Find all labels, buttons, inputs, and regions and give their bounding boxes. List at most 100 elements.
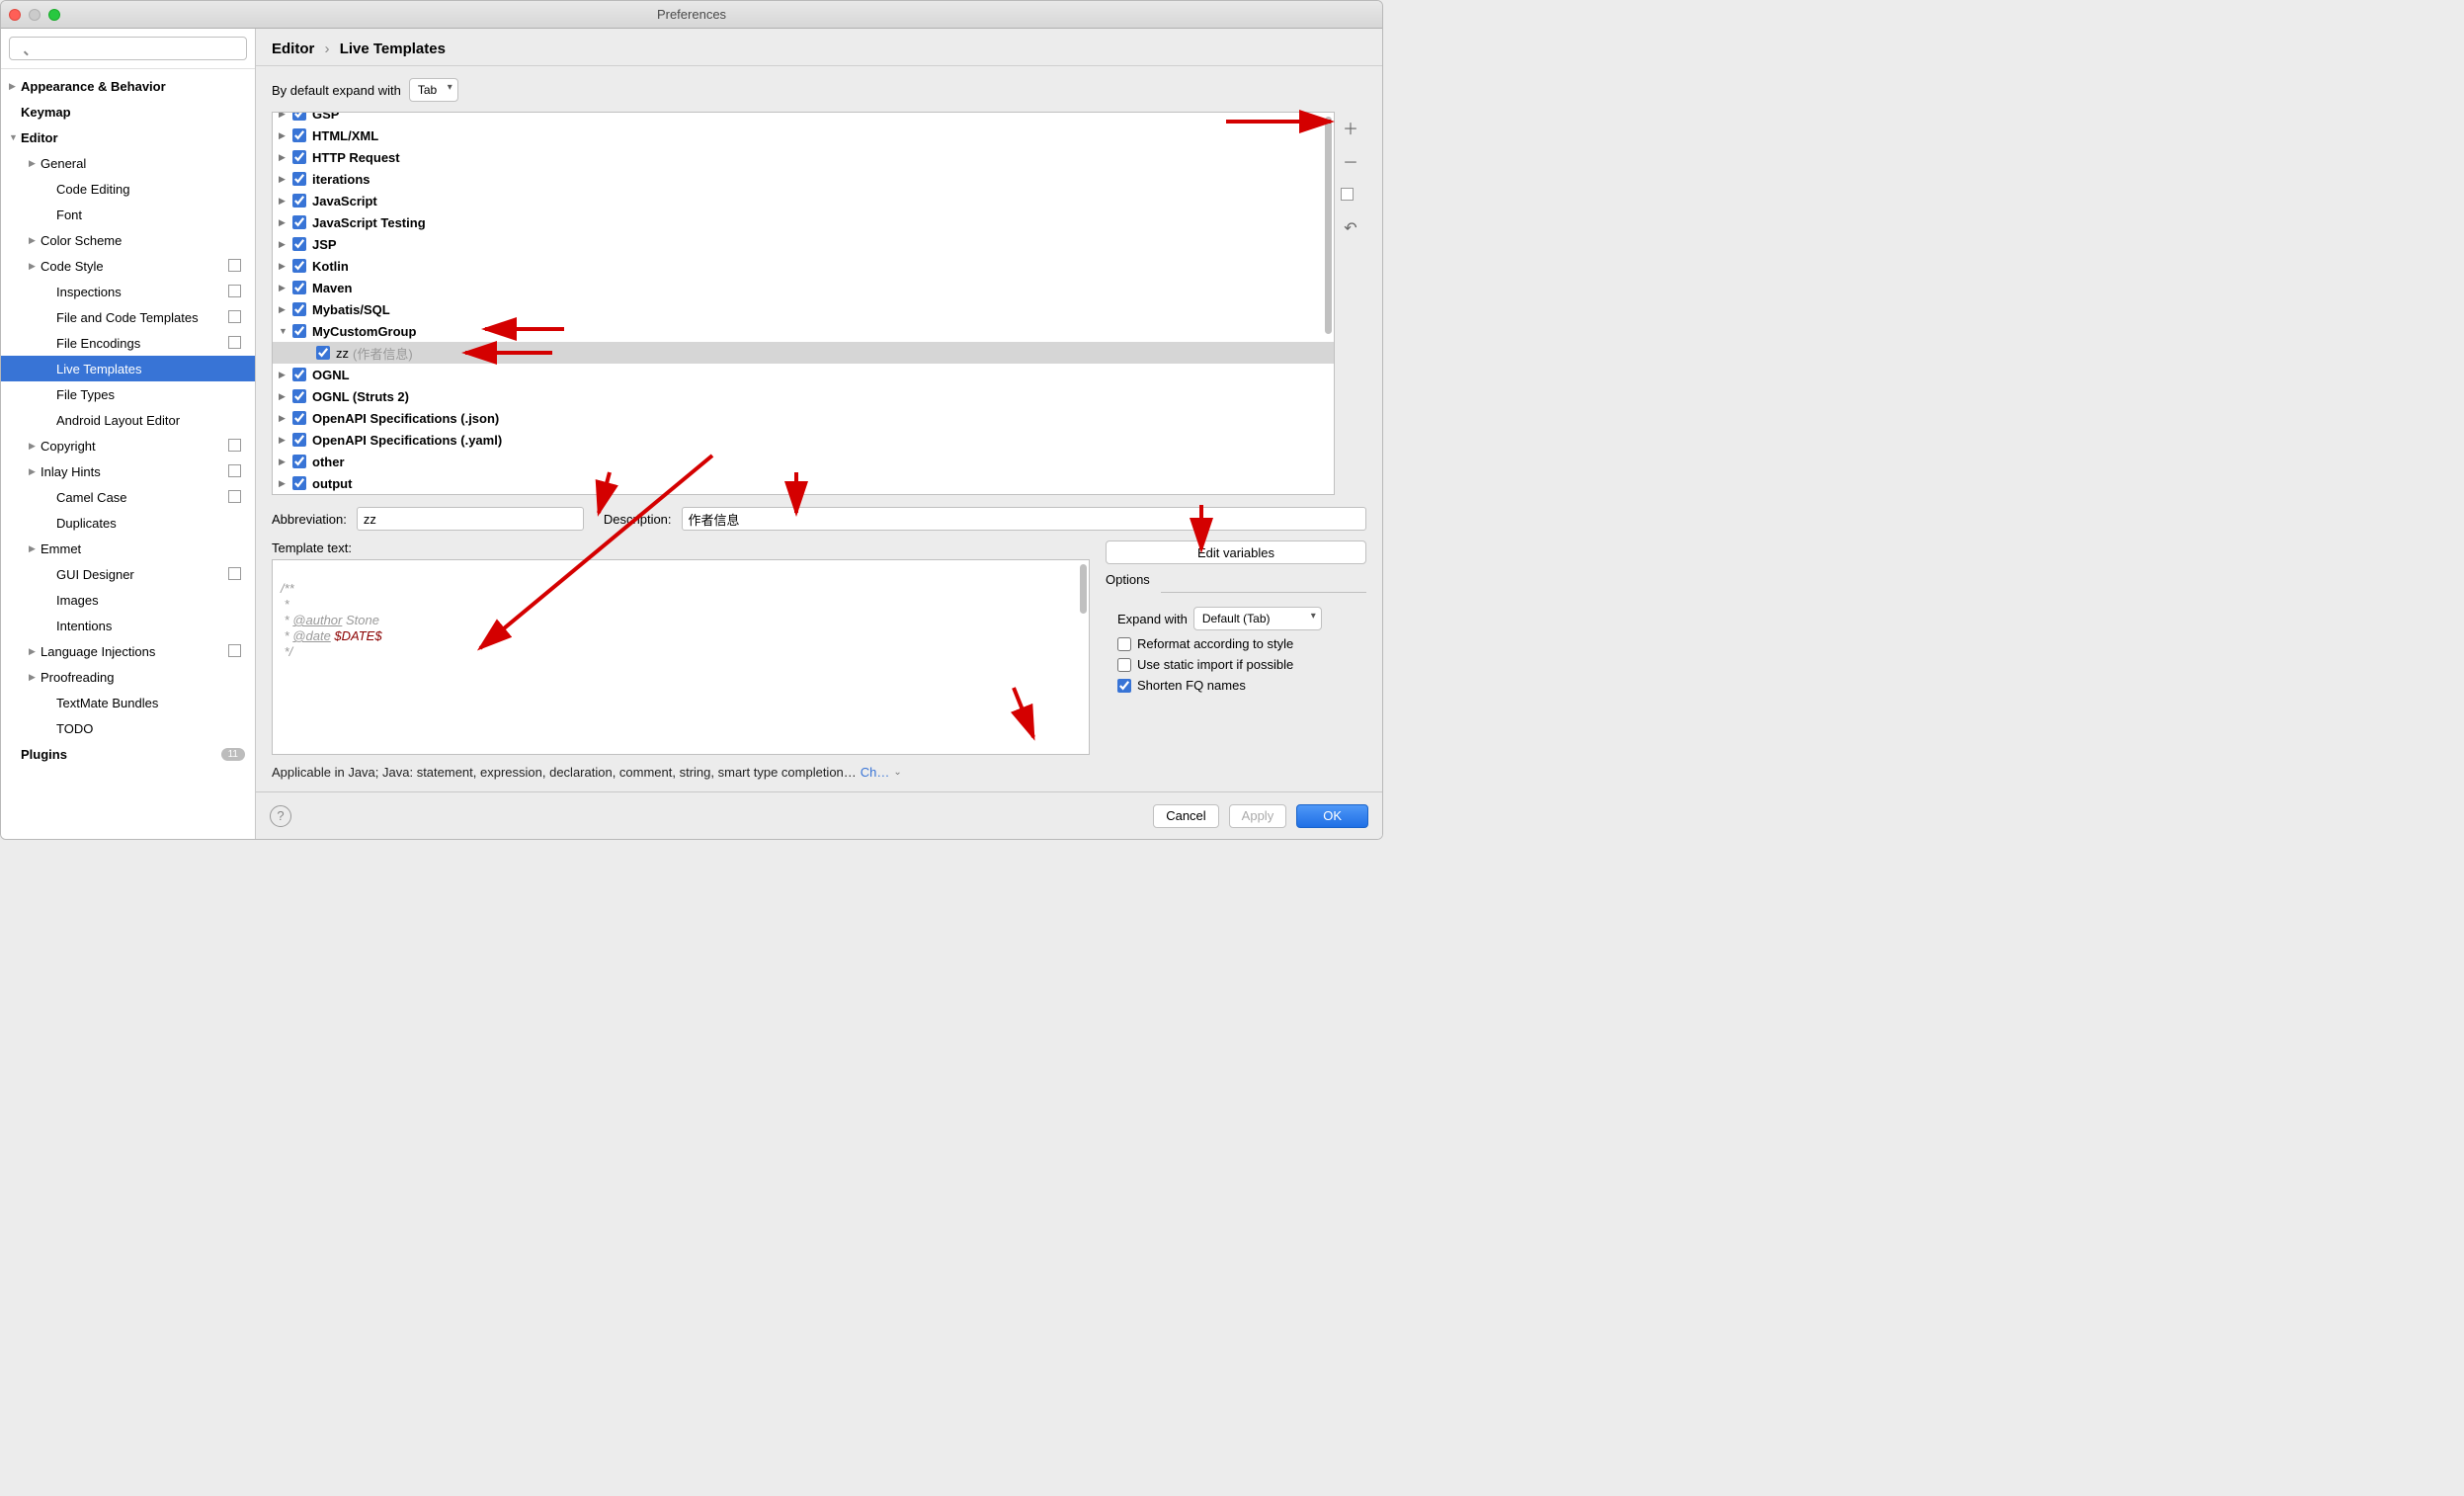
template-enabled-checkbox[interactable] [292,259,306,273]
template-enabled-checkbox[interactable] [292,411,306,425]
template-item-jsp[interactable]: ▶JSP [273,233,1334,255]
template-item-javascript-testing[interactable]: ▶JavaScript Testing [273,211,1334,233]
template-item-gsp[interactable]: ▶GSP [273,112,1334,125]
template-enabled-checkbox[interactable] [292,215,306,229]
sidebar-item-copyright[interactable]: ▶Copyright [1,433,255,458]
template-enabled-checkbox[interactable] [292,281,306,294]
sidebar-item-editor[interactable]: ▼Editor [1,125,255,150]
description-input[interactable] [682,507,1366,531]
template-item-html-xml[interactable]: ▶HTML/XML [273,125,1334,146]
maximize-window-button[interactable] [48,9,60,21]
sidebar-item-language-injections[interactable]: ▶Language Injections [1,638,255,664]
remove-template-button[interactable]: － [1341,151,1360,171]
sidebar-item-emmet[interactable]: ▶Emmet [1,536,255,561]
template-item-ognl-struts-2-[interactable]: ▶OGNL (Struts 2) [273,385,1334,407]
scope-icon [230,466,241,477]
ok-button[interactable]: OK [1296,804,1368,828]
template-enabled-checkbox[interactable] [292,476,306,490]
scope-icon [230,646,241,657]
sidebar-item-font[interactable]: Font [1,202,255,227]
sidebar-item-inlay-hints[interactable]: ▶Inlay Hints [1,458,255,484]
sidebar-item-code-style[interactable]: ▶Code Style [1,253,255,279]
template-item-mycustomgroup[interactable]: ▼MyCustomGroup [273,320,1334,342]
code-line: /** [281,581,294,596]
sidebar-item-general[interactable]: ▶General [1,150,255,176]
expand-with-select[interactable]: Default (Tab) [1193,607,1322,630]
edit-variables-button[interactable]: Edit variables [1106,540,1366,564]
disclosure-arrow-icon: ▶ [279,196,292,207]
sidebar-item-textmate-bundles[interactable]: TextMate Bundles [1,690,255,715]
sidebar-item-proofreading[interactable]: ▶Proofreading [1,664,255,690]
template-enabled-checkbox[interactable] [292,455,306,468]
sidebar-item-keymap[interactable]: Keymap [1,99,255,125]
minimize-window-button[interactable] [29,9,41,21]
template-enabled-checkbox[interactable] [292,128,306,142]
sidebar-item-camel-case[interactable]: Camel Case [1,484,255,510]
disclosure-arrow-icon: ▶ [29,235,41,246]
template-enabled-checkbox[interactable] [292,172,306,186]
sidebar-item-live-templates[interactable]: Live Templates [1,356,255,381]
template-label: other [312,455,345,469]
template-enabled-checkbox[interactable] [292,324,306,338]
sidebar-item-images[interactable]: Images [1,587,255,613]
copy-template-button[interactable] [1341,185,1360,205]
template-item-maven[interactable]: ▶Maven [273,277,1334,298]
template-enabled-checkbox[interactable] [292,237,306,251]
template-item-kotlin[interactable]: ▶Kotlin [273,255,1334,277]
sidebar-item-appearance-behavior[interactable]: ▶Appearance & Behavior [1,73,255,99]
sidebar-item-label: Language Injections [41,644,230,659]
change-contexts-link[interactable]: Ch… [861,765,890,780]
template-enabled-checkbox[interactable] [292,389,306,403]
template-item-mybatis-sql[interactable]: ▶Mybatis/SQL [273,298,1334,320]
sidebar-item-code-editing[interactable]: Code Editing [1,176,255,202]
template-enabled-checkbox[interactable] [292,302,306,316]
template-text-editor[interactable]: /** * * @author Stone * @date $DATE$ */ [272,559,1090,755]
template-item-openapi-specifications-yaml-[interactable]: ▶OpenAPI Specifications (.yaml) [273,429,1334,451]
template-enabled-checkbox[interactable] [292,433,306,447]
sidebar-item-file-encodings[interactable]: File Encodings [1,330,255,356]
template-label: MyCustomGroup [312,324,416,339]
template-label: HTTP Request [312,150,400,165]
template-item-http-request[interactable]: ▶HTTP Request [273,146,1334,168]
settings-tree[interactable]: ▶Appearance & BehaviorKeymap▼Editor▶Gene… [1,69,255,839]
help-button[interactable]: ? [270,805,291,827]
scrollbar[interactable] [1325,117,1332,334]
template-enabled-checkbox[interactable] [316,346,330,360]
breadcrumb-root: Editor [272,41,314,57]
templates-list[interactable]: ▶GSP▶HTML/XML▶HTTP Request▶iterations▶Ja… [272,112,1335,495]
sidebar-item-gui-designer[interactable]: GUI Designer [1,561,255,587]
sidebar-item-label: Inspections [56,285,230,299]
template-enabled-checkbox[interactable] [292,150,306,164]
template-item-zz[interactable]: zz(作者信息) [273,342,1334,364]
sidebar-item-inspections[interactable]: Inspections [1,279,255,304]
sidebar-item-color-scheme[interactable]: ▶Color Scheme [1,227,255,253]
shorten-fq-checkbox[interactable] [1117,679,1131,693]
abbreviation-input[interactable] [357,507,584,531]
sidebar-item-android-layout-editor[interactable]: Android Layout Editor [1,407,255,433]
sidebar-item-file-types[interactable]: File Types [1,381,255,407]
sidebar-item-file-and-code-templates[interactable]: File and Code Templates [1,304,255,330]
sidebar-item-intentions[interactable]: Intentions [1,613,255,638]
template-item-output[interactable]: ▶output [273,472,1334,494]
expand-default-select[interactable]: Tab [409,78,458,102]
revert-template-button[interactable]: ↶ [1341,218,1360,238]
template-item-openapi-specifications-json-[interactable]: ▶OpenAPI Specifications (.json) [273,407,1334,429]
add-template-button[interactable]: ＋ [1341,118,1360,137]
sidebar-item-plugins[interactable]: Plugins11 [1,741,255,767]
apply-button[interactable]: Apply [1229,804,1287,828]
cancel-button[interactable]: Cancel [1153,804,1218,828]
template-enabled-checkbox[interactable] [292,368,306,381]
template-item-other[interactable]: ▶other [273,451,1334,472]
template-item-ognl[interactable]: ▶OGNL [273,364,1334,385]
reformat-checkbox[interactable] [1117,637,1131,651]
search-input[interactable] [9,37,247,60]
sidebar-item-duplicates[interactable]: Duplicates [1,510,255,536]
template-enabled-checkbox[interactable] [292,112,306,121]
close-window-button[interactable] [9,9,21,21]
static-import-checkbox[interactable] [1117,658,1131,672]
template-item-iterations[interactable]: ▶iterations [273,168,1334,190]
template-item-javascript[interactable]: ▶JavaScript [273,190,1334,211]
template-enabled-checkbox[interactable] [292,194,306,208]
scrollbar[interactable] [1080,564,1087,614]
sidebar-item-todo[interactable]: TODO [1,715,255,741]
